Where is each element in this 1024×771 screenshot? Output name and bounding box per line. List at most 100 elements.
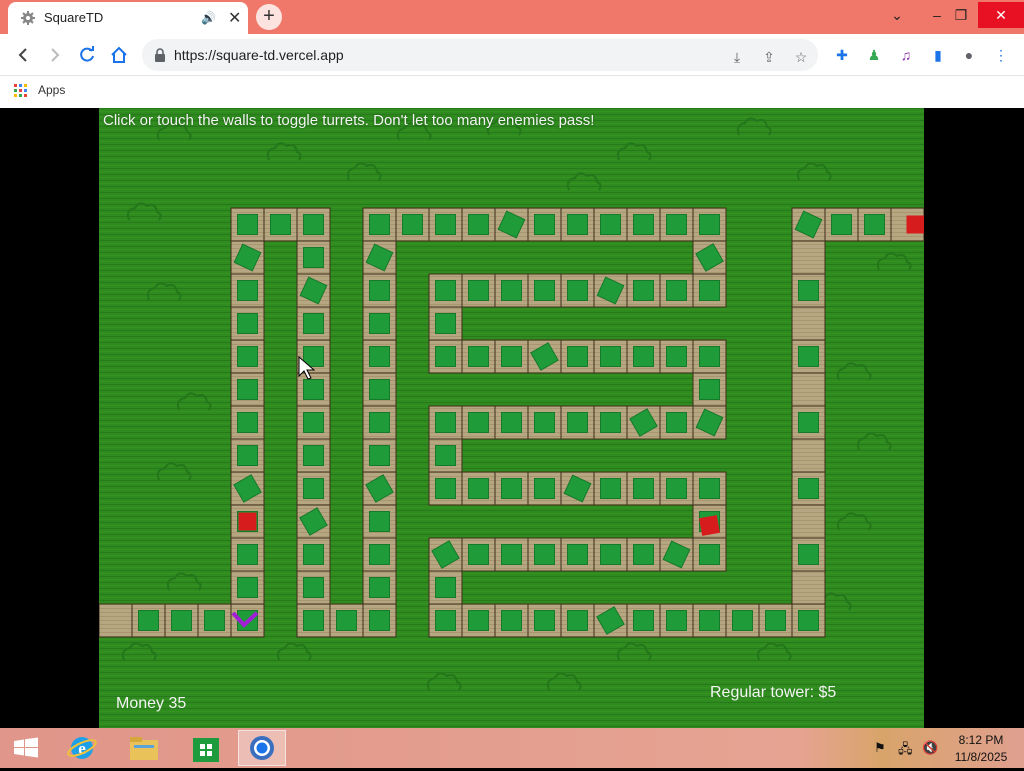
turret[interactable] — [699, 346, 720, 367]
turret[interactable] — [831, 214, 852, 235]
turret[interactable] — [567, 412, 588, 433]
audio-playing-icon[interactable]: 🔊 — [201, 11, 216, 25]
turret[interactable] — [303, 478, 324, 499]
install-app-icon[interactable]: ⤓ — [728, 48, 746, 66]
turret[interactable] — [303, 445, 324, 466]
turret[interactable] — [798, 544, 819, 565]
turret[interactable] — [237, 280, 258, 301]
turret[interactable] — [633, 610, 654, 631]
turret[interactable] — [303, 544, 324, 565]
turret[interactable] — [534, 478, 555, 499]
turret[interactable] — [501, 346, 522, 367]
turret[interactable] — [468, 280, 489, 301]
turret[interactable] — [237, 445, 258, 466]
back-icon[interactable] — [12, 44, 34, 66]
turret[interactable] — [633, 478, 654, 499]
turret[interactable] — [864, 214, 885, 235]
turret[interactable] — [798, 610, 819, 631]
turret[interactable] — [534, 610, 555, 631]
new-tab-button[interactable]: + — [256, 4, 282, 30]
turret[interactable] — [237, 544, 258, 565]
turret[interactable] — [303, 412, 324, 433]
turret[interactable] — [699, 214, 720, 235]
turret[interactable] — [666, 214, 687, 235]
turret[interactable] — [270, 214, 291, 235]
turret[interactable] — [798, 280, 819, 301]
turret[interactable] — [468, 610, 489, 631]
turret[interactable] — [666, 610, 687, 631]
turret[interactable] — [468, 214, 489, 235]
turret[interactable] — [237, 346, 258, 367]
turret[interactable] — [369, 445, 390, 466]
turret[interactable] — [303, 577, 324, 598]
turret[interactable] — [369, 412, 390, 433]
turret[interactable] — [798, 412, 819, 433]
apps-grid-icon[interactable] — [14, 84, 28, 98]
turret[interactable] — [369, 379, 390, 400]
turret[interactable] — [369, 544, 390, 565]
turret[interactable] — [633, 280, 654, 301]
turret[interactable] — [666, 346, 687, 367]
turret[interactable] — [369, 214, 390, 235]
bookmark-star-icon[interactable]: ☆ — [792, 48, 810, 66]
turret[interactable] — [501, 610, 522, 631]
wall-tile[interactable] — [791, 372, 826, 407]
clock-time[interactable]: 8:12 PM — [952, 733, 1010, 747]
store-taskbar-icon[interactable] — [182, 730, 230, 766]
turret[interactable] — [435, 577, 456, 598]
turret[interactable] — [171, 610, 192, 631]
turret[interactable] — [501, 544, 522, 565]
turret[interactable] — [468, 412, 489, 433]
turret[interactable] — [501, 412, 522, 433]
turret[interactable] — [699, 544, 720, 565]
turret[interactable] — [501, 280, 522, 301]
address-bar[interactable]: https://square-td.vercel.app ⤓ ⇪ ☆ — [142, 39, 818, 71]
turret[interactable] — [567, 610, 588, 631]
network-icon[interactable]: 🖧 — [898, 740, 913, 762]
turret[interactable] — [699, 610, 720, 631]
turret[interactable] — [468, 346, 489, 367]
turret[interactable] — [699, 280, 720, 301]
turret[interactable] — [600, 478, 621, 499]
turret[interactable] — [237, 412, 258, 433]
home-icon[interactable] — [108, 44, 130, 66]
close-window-button[interactable]: ✕ — [978, 2, 1024, 28]
turret[interactable] — [336, 610, 357, 631]
turret[interactable] — [534, 412, 555, 433]
turret[interactable] — [237, 214, 258, 235]
turret[interactable] — [567, 214, 588, 235]
turret[interactable] — [435, 478, 456, 499]
turret[interactable] — [633, 214, 654, 235]
turret[interactable] — [567, 280, 588, 301]
turret[interactable] — [435, 346, 456, 367]
turret[interactable] — [138, 610, 159, 631]
turret[interactable] — [666, 412, 687, 433]
wall-tile[interactable] — [791, 504, 826, 539]
start-button[interactable] — [2, 730, 50, 766]
media-control-icon[interactable]: ♫ — [896, 45, 916, 65]
turret[interactable] — [798, 478, 819, 499]
browser-tab[interactable]: SquareTD 🔊 ✕ — [8, 2, 248, 34]
turret[interactable] — [435, 280, 456, 301]
turret[interactable] — [237, 577, 258, 598]
wall-tile[interactable] — [791, 570, 826, 605]
turret[interactable] — [732, 610, 753, 631]
turret[interactable] — [435, 610, 456, 631]
wall-tile[interactable] — [791, 438, 826, 473]
turret[interactable] — [468, 544, 489, 565]
turret[interactable] — [402, 214, 423, 235]
turret[interactable] — [369, 577, 390, 598]
turret[interactable] — [303, 313, 324, 334]
turret[interactable] — [600, 544, 621, 565]
apps-bookmark-label[interactable]: Apps — [38, 83, 65, 97]
profile-avatar-icon[interactable]: ● — [959, 45, 979, 65]
turret[interactable] — [600, 412, 621, 433]
turret[interactable] — [666, 280, 687, 301]
turret[interactable] — [798, 346, 819, 367]
turret[interactable] — [303, 610, 324, 631]
turret[interactable] — [204, 610, 225, 631]
turret[interactable] — [699, 478, 720, 499]
wall-tile[interactable] — [791, 240, 826, 275]
wall-tile[interactable] — [791, 306, 826, 341]
chrome-taskbar-icon[interactable] — [238, 730, 286, 766]
